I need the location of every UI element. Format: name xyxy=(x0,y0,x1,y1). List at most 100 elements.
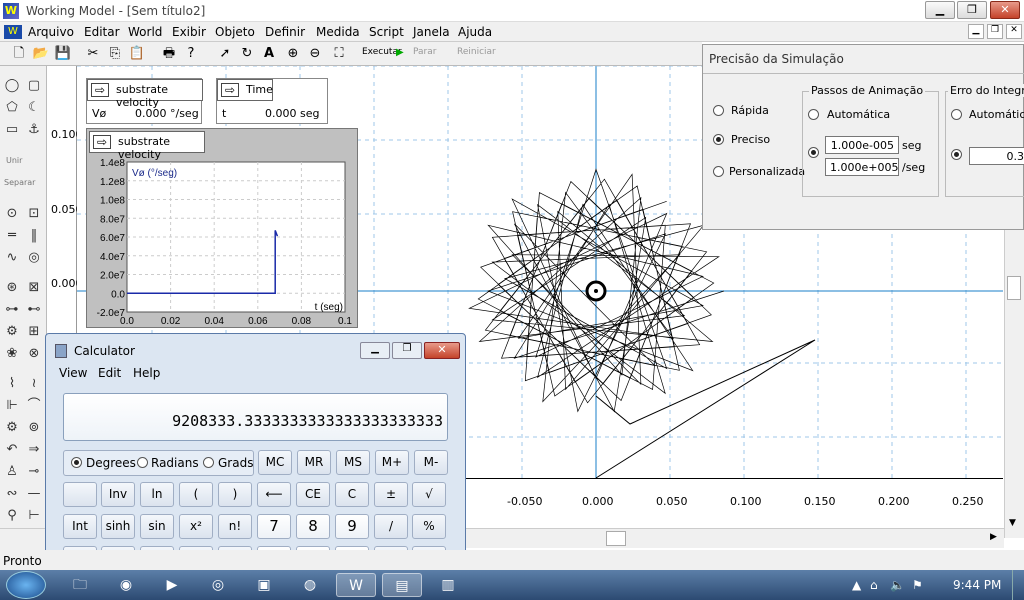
calc-key-0-1[interactable]: Inv xyxy=(101,482,135,507)
radio-grads[interactable] xyxy=(203,457,214,468)
tray-flag-icon[interactable]: ⚑ xyxy=(912,578,923,592)
meter-arrow-icon[interactable]: ⇨ xyxy=(221,83,239,97)
motor-icon[interactable]: ⚙ xyxy=(2,322,22,342)
calc-key-1-0[interactable]: Int xyxy=(63,514,97,539)
radio-error-manual[interactable] xyxy=(951,149,962,160)
calc-key-0-4[interactable]: ) xyxy=(218,482,252,507)
zoom-in-icon[interactable]: ⊕ xyxy=(284,45,302,63)
bar-icon[interactable]: ⊢ xyxy=(24,506,44,526)
text-tool-icon[interactable]: A xyxy=(260,45,278,63)
notepad-icon[interactable]: ▥ xyxy=(428,573,468,597)
pin-icon[interactable]: ⚲ xyxy=(2,506,22,526)
calc-key-1-8[interactable]: / xyxy=(374,514,408,539)
actuator-icon[interactable]: ⊞ xyxy=(24,322,44,342)
menu-definir[interactable]: Definir xyxy=(265,25,305,39)
cut-icon[interactable]: ✂ xyxy=(84,45,102,63)
calc-maximize-button[interactable]: ❐ xyxy=(392,342,422,359)
calc-key-1-7[interactable]: 9 xyxy=(335,514,369,539)
firefox-icon[interactable]: ◉ xyxy=(106,573,146,597)
calc-menu-view[interactable]: View xyxy=(59,366,87,380)
anchor-icon[interactable]: ⚓ xyxy=(24,120,44,140)
force-icon[interactable]: ⇒ xyxy=(24,440,44,460)
media-icon[interactable]: ▶ xyxy=(152,573,192,597)
pin-joint-icon[interactable]: ⊛ xyxy=(2,278,22,298)
pulley-icon[interactable]: ⊗ xyxy=(24,344,44,364)
rotate-icon[interactable]: ↻ xyxy=(238,45,256,63)
open-icon[interactable]: 📂 xyxy=(32,45,50,63)
menu-editar[interactable]: Editar xyxy=(84,25,120,39)
calc-key-1-6[interactable]: 8 xyxy=(296,514,330,539)
calc-key-0-6[interactable]: CE xyxy=(296,482,330,507)
paste-icon[interactable]: 📋 xyxy=(128,45,146,63)
calc-key-1-9[interactable]: % xyxy=(412,514,446,539)
reset-button[interactable]: Reiniciar xyxy=(457,47,496,57)
show-desktop-button[interactable] xyxy=(1012,570,1024,600)
radio-anim-manual[interactable] xyxy=(808,147,819,158)
separator-icon[interactable]: ⊸ xyxy=(24,462,44,482)
square-icon[interactable]: ▭ xyxy=(2,120,22,140)
folder-icon[interactable]: 🗀 xyxy=(60,573,100,597)
vertical-slot-icon[interactable]: ‖ xyxy=(24,226,44,246)
zoom-fit-icon[interactable]: ⛶ xyxy=(330,45,348,63)
damper-icon[interactable]: ⊩ xyxy=(2,396,22,416)
horizontal-scroll-thumb[interactable] xyxy=(606,531,626,546)
save-icon[interactable]: 💾 xyxy=(54,45,72,63)
close-button[interactable]: ✕ xyxy=(990,1,1020,19)
rigid-joint-icon[interactable]: ⊠ xyxy=(24,278,44,298)
square-point-icon[interactable]: ⊡ xyxy=(24,204,44,224)
linear-spring-icon[interactable]: ≀ xyxy=(24,374,44,394)
calc-key-1-1[interactable]: sinh xyxy=(101,514,135,539)
menu-ajuda[interactable]: Ajuda xyxy=(458,25,492,39)
line-icon[interactable]: — xyxy=(24,484,44,504)
rotational-motor-icon[interactable]: ⚙ xyxy=(2,418,22,438)
calculator-icon[interactable]: ▤ xyxy=(382,573,422,597)
radio-degrees[interactable] xyxy=(71,457,82,468)
meter-arrow-icon[interactable]: ⇨ xyxy=(91,83,109,97)
curved-body-icon[interactable]: ☾ xyxy=(24,98,44,118)
curved-slot-icon[interactable]: ∿ xyxy=(2,248,22,268)
menu-medida[interactable]: Medida xyxy=(316,25,360,39)
point-icon[interactable]: ⊙ xyxy=(2,204,22,224)
rectangle-icon[interactable]: ▢ xyxy=(24,76,44,96)
calc-minimize-button[interactable]: ▁ xyxy=(360,342,390,359)
new-icon[interactable]: 🗋 xyxy=(10,45,28,63)
minimize-button[interactable]: ▁ xyxy=(925,1,955,19)
menu-script[interactable]: Script xyxy=(369,25,404,39)
tray-volume-icon[interactable]: 🔈 xyxy=(890,578,905,592)
velocity-graph[interactable]: ⇨ substrate velocity 1.4e8 1.2e8 1.0e8 8.0e7… xyxy=(86,128,358,328)
memory-mc-button[interactable]: MC xyxy=(258,450,292,475)
join-button[interactable]: Unir xyxy=(6,156,22,165)
app-icon[interactable]: ▣ xyxy=(244,573,284,597)
calc-key-0-7[interactable]: C xyxy=(335,482,369,507)
calc-key-1-2[interactable]: sin xyxy=(140,514,174,539)
calc-key-0-8[interactable]: ± xyxy=(374,482,408,507)
memory-mplus-button[interactable]: M+ xyxy=(375,450,409,475)
time-step-input[interactable]: 1.000e-005 xyxy=(825,136,899,154)
help-icon[interactable]: ? xyxy=(182,45,200,63)
memory-mminus-button[interactable]: M- xyxy=(414,450,448,475)
keyed-joint-icon[interactable]: ⊷ xyxy=(24,300,44,320)
doc-close-button[interactable]: ✕ xyxy=(1006,24,1022,39)
wave-icon[interactable]: ∾ xyxy=(2,484,22,504)
chrome-icon[interactable]: ◍ xyxy=(290,573,330,597)
zoom-out-icon[interactable]: ⊖ xyxy=(306,45,324,63)
copy-icon[interactable]: ⎘ xyxy=(106,45,124,63)
calc-key-1-3[interactable]: x² xyxy=(179,514,213,539)
calc-key-0-3[interactable]: ( xyxy=(179,482,213,507)
doc-minimize-button[interactable]: ▁ xyxy=(968,24,984,39)
error-value-input[interactable]: 0.3 xyxy=(969,147,1024,165)
radio-fast[interactable] xyxy=(713,105,724,116)
working-model-icon[interactable]: W xyxy=(336,573,376,597)
print-icon[interactable]: 🖶 xyxy=(160,45,178,63)
document-icon[interactable]: W xyxy=(4,25,22,39)
split-button[interactable]: Separar xyxy=(4,178,35,187)
calc-key-0-9[interactable]: √ xyxy=(412,482,446,507)
tray-network-icon[interactable]: ⌂ xyxy=(870,578,878,592)
circle-icon[interactable]: ◯ xyxy=(2,76,22,96)
memory-ms-button[interactable]: MS xyxy=(336,450,370,475)
tray-arrow-icon[interactable]: ▲ xyxy=(852,578,861,592)
calc-key-1-4[interactable]: n! xyxy=(218,514,252,539)
paint-icon[interactable]: ◎ xyxy=(198,573,238,597)
menu-objeto[interactable]: Objeto xyxy=(215,25,255,39)
calc-menu-help[interactable]: Help xyxy=(133,366,160,380)
